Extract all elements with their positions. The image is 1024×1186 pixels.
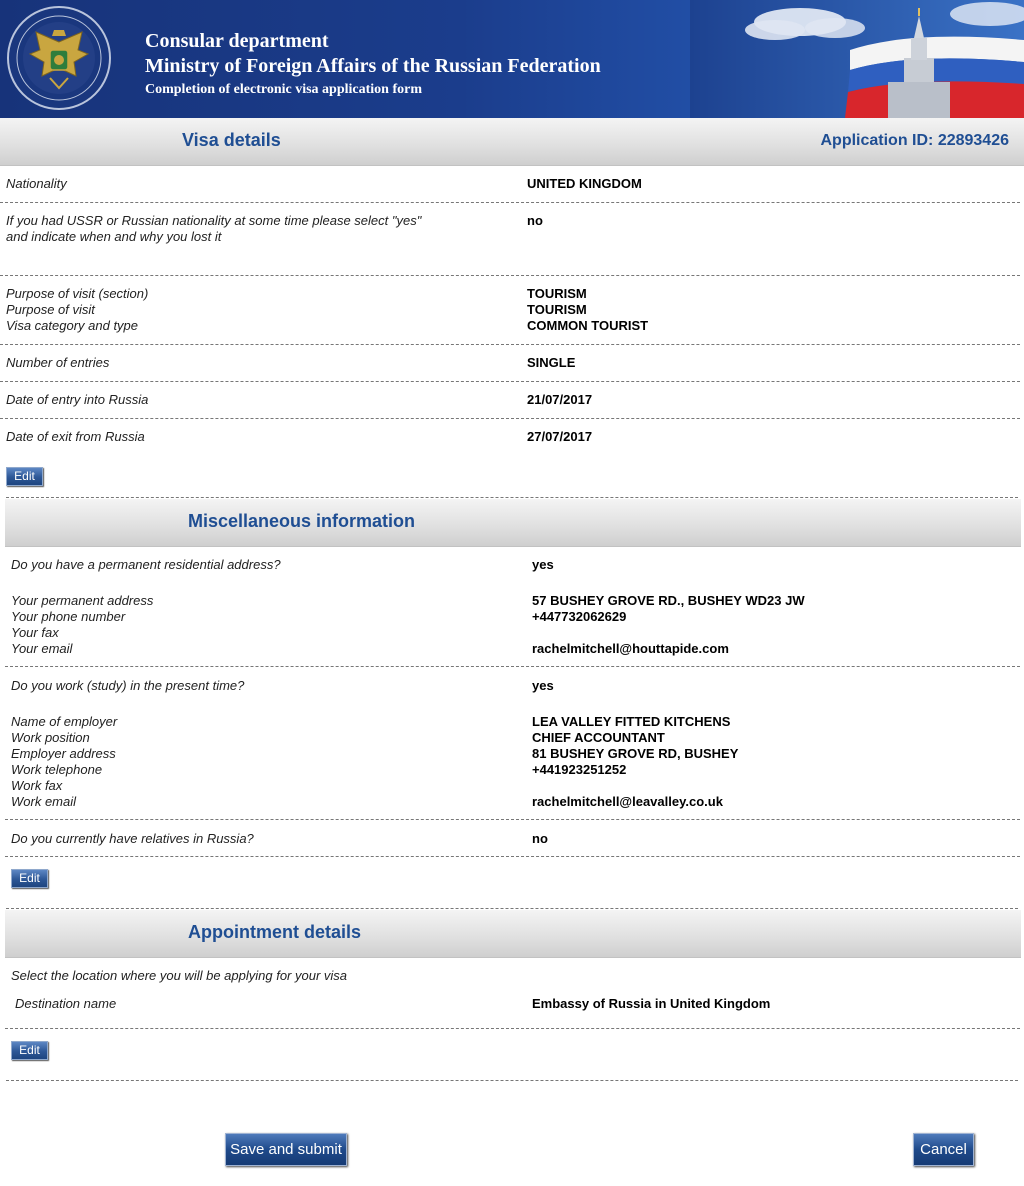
employer-address-label: Employer address xyxy=(11,746,116,761)
work-answer: yes xyxy=(532,678,554,693)
work-telephone-value: +441923251252 xyxy=(532,762,627,777)
edit-appointment-button[interactable]: Edit xyxy=(11,1041,48,1060)
employment-labels: Name of employer Work position Employer … xyxy=(11,714,117,810)
purpose-section-value: TOURISM xyxy=(527,286,587,301)
work-telephone-label: Work telephone xyxy=(11,762,103,777)
contact-labels: Your permanent address Your phone number… xyxy=(11,593,153,657)
section-header-appointment: Appointment details xyxy=(5,910,1021,958)
form-subtitle: Completion of electronic visa applicatio… xyxy=(145,82,422,97)
section-header-miscellaneous: Miscellaneous information xyxy=(5,499,1021,547)
section-title-appointment: Appointment details xyxy=(188,922,362,942)
exit-date-label: Date of exit from Russia xyxy=(6,429,145,444)
row-relatives: Do you currently have relatives in Russi… xyxy=(5,820,1020,857)
row-destination: Destination name Embassy of Russia in Un… xyxy=(5,988,1020,1029)
header-banner: Consular department Ministry of Foreign … xyxy=(0,0,1024,118)
permanent-address-answer: yes xyxy=(532,557,554,572)
employment-values: LEA VALLEY FITTED KITCHENS CHIEF ACCOUNT… xyxy=(532,714,738,810)
save-and-submit-button[interactable]: Save and submit xyxy=(225,1133,347,1166)
work-fax-value xyxy=(532,778,738,794)
fax-value xyxy=(532,625,805,641)
purpose-labels: Purpose of visit (section) Purpose of vi… xyxy=(6,286,148,334)
ministry-emblem-logo xyxy=(7,6,111,110)
row-ussr-nationality: If you had USSR or Russian nationality a… xyxy=(0,203,1020,276)
work-fax-label: Work fax xyxy=(11,778,63,793)
email-label: Your email xyxy=(11,641,73,656)
work-email-value: rachelmitchell@leavalley.co.uk xyxy=(532,794,723,809)
work-question: Do you work (study) in the present time? xyxy=(11,678,245,693)
purpose-label: Purpose of visit xyxy=(6,302,95,317)
permanent-address-question: Do you have a permanent residential addr… xyxy=(11,557,281,572)
destination-label: Destination name xyxy=(15,996,117,1011)
row-purpose: Purpose of visit (section) Purpose of vi… xyxy=(0,276,1020,345)
row-number-of-entries: Number of entries SINGLE xyxy=(0,345,1020,382)
cancel-button[interactable]: Cancel xyxy=(913,1133,974,1166)
entry-date-label: Date of entry into Russia xyxy=(6,392,149,407)
application-id: Application ID: 22893426 xyxy=(820,132,1009,149)
employer-value: LEA VALLEY FITTED KITCHENS xyxy=(532,714,731,729)
row-exit-date: Date of exit from Russia 27/07/2017 xyxy=(0,419,1020,455)
row-residential-address: Do you have a permanent residential addr… xyxy=(5,548,1020,667)
row-entry-date: Date of entry into Russia 21/07/2017 xyxy=(0,382,1020,419)
section-title-visa-details: Visa details xyxy=(182,130,281,150)
ussr-nationality-label: If you had USSR or Russian nationality a… xyxy=(6,213,422,244)
contact-values: 57 BUSHEY GROVE RD., BUSHEY WD23 JW +447… xyxy=(532,593,805,657)
edit-visa-details-button[interactable]: Edit xyxy=(6,467,43,486)
entries-label: Number of entries xyxy=(6,355,110,370)
fax-label: Your fax xyxy=(11,625,59,640)
nationality-value: UNITED KINGDOM xyxy=(527,176,642,191)
ministry-name: Ministry of Foreign Affairs of the Russi… xyxy=(145,55,601,77)
exit-date-value: 27/07/2017 xyxy=(527,429,593,444)
banner-titles: Consular department Ministry of Foreign … xyxy=(145,29,601,99)
relatives-answer: no xyxy=(532,831,548,846)
phone-value: +447732062629 xyxy=(532,609,627,624)
visa-category-label: Visa category and type xyxy=(6,318,139,333)
department-name: Consular department xyxy=(145,30,329,52)
banner-flag-building-image xyxy=(690,0,1024,118)
email-value: rachelmitchell@houttapide.com xyxy=(532,641,729,656)
row-nationality: Nationality UNITED KINGDOM xyxy=(0,166,1020,203)
edit-miscellaneous-button[interactable]: Edit xyxy=(11,869,48,888)
appointment-instruction: Select the location where you will be ap… xyxy=(11,968,348,983)
employer-address-value: 81 BUSHEY GROVE RD, BUSHEY xyxy=(532,746,739,761)
address-label: Your permanent address xyxy=(11,593,154,608)
nationality-label: Nationality xyxy=(6,176,67,191)
ussr-nationality-value: no xyxy=(527,213,543,228)
visa-category-value: COMMON TOURIST xyxy=(527,318,649,333)
section-title-miscellaneous: Miscellaneous information xyxy=(188,511,416,531)
relatives-question: Do you currently have relatives in Russi… xyxy=(11,831,254,846)
entry-date-value: 21/07/2017 xyxy=(527,392,593,407)
divider xyxy=(6,908,1018,909)
purpose-section-label: Purpose of visit (section) xyxy=(6,286,149,301)
divider xyxy=(6,497,1018,498)
divider xyxy=(6,1080,1018,1081)
address-value: 57 BUSHEY GROVE RD., BUSHEY WD23 JW xyxy=(532,593,805,608)
section-header-visa-details: Visa details Application ID: 22893426 xyxy=(0,118,1024,166)
purpose-value: TOURISM xyxy=(527,302,587,317)
work-email-label: Work email xyxy=(11,794,77,809)
entries-value: SINGLE xyxy=(527,355,576,370)
work-position-label: Work position xyxy=(11,730,90,745)
row-employment: Do you work (study) in the present time?… xyxy=(5,667,1020,820)
employer-label: Name of employer xyxy=(11,714,118,729)
phone-label: Your phone number xyxy=(11,609,126,624)
destination-value: Embassy of Russia in United Kingdom xyxy=(532,996,771,1011)
work-position-value: CHIEF ACCOUNTANT xyxy=(532,730,665,745)
purpose-values: TOURISM TOURISM COMMON TOURIST xyxy=(527,286,648,334)
